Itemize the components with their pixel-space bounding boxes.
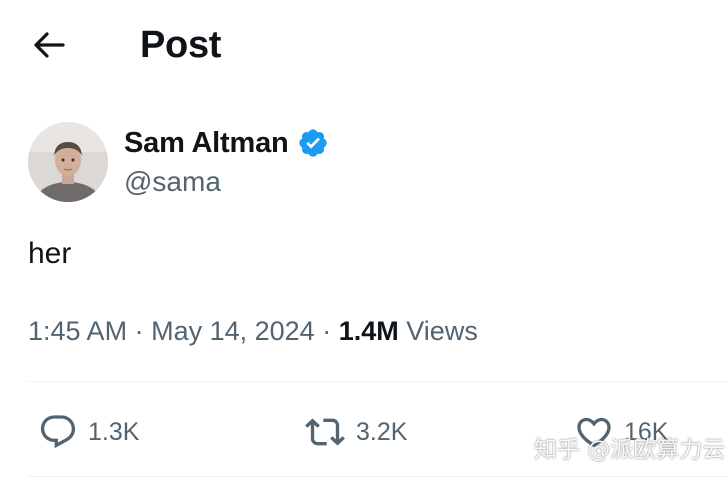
post-text: her: [28, 237, 72, 270]
post-time[interactable]: 1:45 AM: [28, 316, 127, 346]
author-name[interactable]: Sam Altman: [124, 127, 289, 160]
like-button[interactable]: 16K: [574, 410, 668, 454]
avatar[interactable]: [28, 122, 108, 202]
divider: [28, 476, 728, 477]
page-title: Post: [140, 24, 222, 66]
reply-button[interactable]: 1.3K: [38, 410, 139, 454]
heart-icon: [577, 417, 611, 448]
post-meta: 1:45 AM · May 14, 2024 · 1.4M Views: [28, 312, 478, 350]
repost-count: 3.2K: [356, 417, 408, 446]
reply-count: 1.3K: [88, 417, 140, 446]
repost-button[interactable]: 3.2K: [304, 410, 407, 454]
back-button[interactable]: [30, 28, 68, 62]
avatar-image: [28, 122, 108, 202]
repost-icon: [305, 418, 345, 446]
author-handle[interactable]: @sama: [124, 166, 221, 198]
post-detail-page: Post Sam Altman @sama her 1:45 AM · May …: [0, 0, 728, 478]
post-date[interactable]: May 14, 2024: [151, 316, 315, 346]
divider: [28, 381, 728, 382]
views-count: 1.4M: [338, 316, 399, 346]
arrow-left-icon: [34, 32, 65, 58]
verified-badge-icon: [298, 129, 327, 157]
views-label: Views: [406, 316, 478, 346]
meta-separator: ·: [134, 316, 144, 346]
like-count: 16K: [624, 417, 669, 446]
author-name-row[interactable]: Sam Altman: [124, 124, 329, 162]
reply-icon: [40, 415, 76, 449]
meta-separator: ·: [322, 316, 332, 346]
